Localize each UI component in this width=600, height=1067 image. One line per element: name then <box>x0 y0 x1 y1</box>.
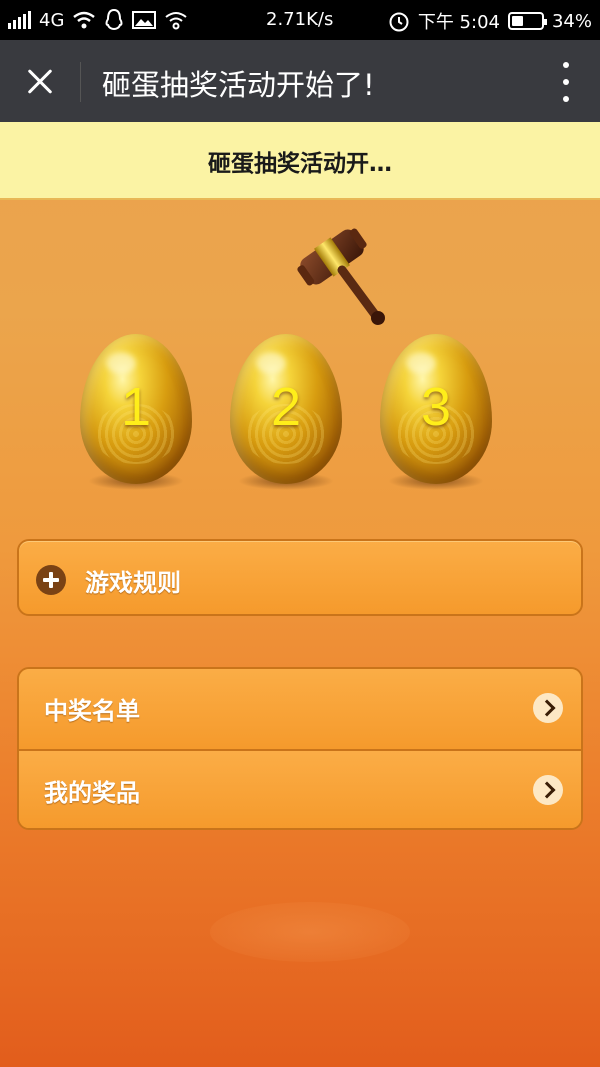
battery-icon <box>507 12 547 30</box>
background-glow <box>210 902 410 962</box>
list-item-my-prizes[interactable]: 我的奖品 <box>19 749 581 828</box>
egg-3[interactable]: 3 <box>380 334 492 490</box>
page-title: 砸蛋抽奖活动开始了! <box>102 68 375 102</box>
network-speed: 2.71K/s <box>266 9 334 30</box>
plus-icon <box>36 565 66 595</box>
hammer-icon <box>297 228 385 325</box>
hotspot-icon <box>165 12 188 30</box>
egg-number: 3 <box>420 377 452 437</box>
image-icon <box>132 11 157 29</box>
announcement-banner: 砸蛋抽奖活动开… <box>0 122 600 200</box>
battery-percent: 34% <box>551 10 592 32</box>
rules-label: 游戏规则 <box>85 569 181 597</box>
clock-time: 下午 5:04 <box>417 12 500 33</box>
banner-text: 砸蛋抽奖活动开… <box>208 151 392 177</box>
signal-icon <box>8 11 31 29</box>
egg-number: 2 <box>270 377 302 437</box>
list-item-label: 我的奖品 <box>44 779 140 807</box>
menu-list: 中奖名单 我的奖品 <box>17 667 583 830</box>
game-rules-panel[interactable]: 游戏规则 <box>17 539 583 616</box>
status-right: 下午 5:04 34% <box>388 8 592 34</box>
alarm-icon <box>389 12 409 32</box>
chevron-right-icon <box>533 775 563 805</box>
close-icon[interactable] <box>18 60 62 104</box>
list-item-winners[interactable]: 中奖名单 <box>19 669 581 749</box>
chevron-right-icon <box>533 693 563 723</box>
egg-2[interactable]: 2 <box>230 334 342 490</box>
game-area: 砸蛋抽奖活动开… 1 2 3 游戏规则 中奖名单 我的奖品 <box>0 122 600 1067</box>
status-left: 4G <box>8 9 188 31</box>
wifi-icon <box>73 11 96 29</box>
more-icon[interactable] <box>558 62 574 102</box>
list-item-label: 中奖名单 <box>44 697 140 725</box>
network-type: 4G <box>39 9 65 31</box>
egg-number: 1 <box>120 377 152 437</box>
egg-1[interactable]: 1 <box>80 334 192 490</box>
title-divider <box>80 62 81 102</box>
qq-icon <box>105 9 123 31</box>
title-bar: 砸蛋抽奖活动开始了! <box>0 40 600 122</box>
status-bar: 4G 2.71K/s 下午 5:04 34% <box>0 0 600 40</box>
